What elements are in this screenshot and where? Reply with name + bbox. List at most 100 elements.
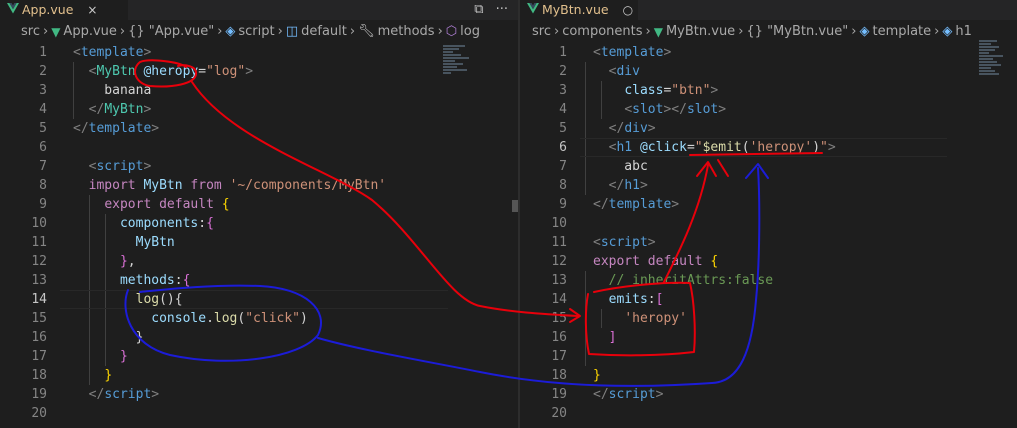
code-line[interactable]: 13 // inheritAttrs:false bbox=[520, 271, 1017, 290]
code-token: " bbox=[694, 140, 703, 155]
code-token: > bbox=[655, 387, 664, 402]
code-line[interactable]: 14 emits:[ bbox=[520, 290, 1017, 309]
chevron-right-icon: › bbox=[553, 24, 560, 39]
code-token: < bbox=[624, 102, 633, 117]
breadcrumb-default[interactable]: ◫ default bbox=[286, 21, 347, 43]
chevron-right-icon: › bbox=[645, 24, 651, 39]
code-line[interactable]: 5 </div> bbox=[520, 119, 1017, 138]
breadcrumb-src[interactable]: src bbox=[532, 21, 551, 43]
indent-guide bbox=[89, 214, 90, 233]
breadcrumb-h1[interactable]: ◈ h1 bbox=[942, 21, 972, 43]
line-number: 7 bbox=[559, 159, 567, 174]
code-line[interactable]: 4 <slot></slot> bbox=[520, 100, 1017, 119]
code-token: > bbox=[827, 140, 836, 155]
code-line[interactable]: 18} bbox=[520, 366, 1017, 385]
breadcrumb-file[interactable]: ▼ MyBtn.vue bbox=[654, 21, 735, 43]
indent-guide bbox=[585, 309, 586, 328]
breadcrumb-file[interactable]: ▼ App.vue bbox=[51, 21, 117, 43]
unsaved-dot-icon[interactable]: ○ bbox=[623, 3, 633, 17]
code-line[interactable]: 12 }, bbox=[0, 252, 518, 271]
chevron-right-icon: › bbox=[437, 24, 443, 39]
code-line[interactable]: 3 class="btn"> bbox=[520, 81, 1017, 100]
code-token: MyBtn bbox=[135, 235, 175, 250]
code-line[interactable]: 5 </template> bbox=[0, 119, 518, 138]
code-line[interactable]: 4 </MyBtn> bbox=[0, 100, 518, 119]
code-token: = bbox=[686, 140, 695, 155]
code-line[interactable]: 8 </h1> bbox=[520, 176, 1017, 195]
code-token: class bbox=[624, 83, 664, 98]
line-number: 13 bbox=[31, 273, 47, 288]
code-line[interactable]: 11 <script> bbox=[520, 233, 1017, 252]
code-line[interactable]: 10 components:{ bbox=[0, 214, 518, 233]
code-line[interactable]: 17 bbox=[520, 347, 1017, 366]
minimap[interactable] bbox=[443, 45, 473, 105]
code-line[interactable]: 9 </template> bbox=[520, 195, 1017, 214]
line-number: 5 bbox=[559, 121, 567, 136]
code-line[interactable]: 2 <div bbox=[520, 62, 1017, 81]
code-line[interactable]: 1 <template> bbox=[0, 43, 518, 62]
split-editor-icon[interactable]: ⧉ bbox=[474, 2, 483, 17]
code-line[interactable]: 14 log(){ bbox=[0, 290, 518, 309]
code-editor[interactable]: 1 <template> 2 <div 3 class="btn"> 4 <slot><… bbox=[520, 43, 1017, 423]
more-actions-icon[interactable]: ··· bbox=[496, 2, 508, 17]
code-token: import bbox=[88, 178, 136, 193]
code-line[interactable]: 13 methods:{ bbox=[0, 271, 518, 290]
code-token: "btn" bbox=[671, 83, 711, 98]
code-token: </ bbox=[73, 121, 89, 136]
code-line[interactable]: 11 MyBtn bbox=[0, 233, 518, 252]
code-editor[interactable]: 1 <template> 2 <MyBtn @heropy="log"> 3 bana… bbox=[0, 43, 518, 423]
indent-guide bbox=[585, 347, 586, 366]
breadcrumb-template[interactable]: ◈ template bbox=[859, 21, 931, 43]
code-line[interactable]: 3 banana bbox=[0, 81, 518, 100]
line-number: 7 bbox=[39, 159, 47, 174]
tab-mybtn-vue[interactable]: MyBtn.vue ○ bbox=[520, 0, 638, 20]
code-line[interactable]: 6 bbox=[0, 138, 518, 157]
indent-guide bbox=[585, 157, 586, 176]
code-line[interactable]: 9 export default { bbox=[0, 195, 518, 214]
code-line[interactable]: 6 <h1 @click="$emit('heropy')"> bbox=[520, 138, 1017, 157]
code-line[interactable]: 20 bbox=[0, 404, 518, 423]
breadcrumb-module[interactable]: {} "App.vue" bbox=[128, 21, 214, 43]
code-text: export default { bbox=[593, 252, 718, 271]
code-line[interactable]: 17 } bbox=[0, 347, 518, 366]
code-line[interactable]: 20 bbox=[520, 404, 1017, 423]
line-number: 5 bbox=[39, 121, 47, 136]
code-line[interactable]: 2 <MyBtn @heropy="log"> bbox=[0, 62, 518, 81]
line-number: 6 bbox=[559, 140, 567, 155]
code-text: <slot></slot> bbox=[593, 100, 726, 119]
indent-guide bbox=[89, 195, 90, 214]
code-line[interactable]: 16 ] bbox=[520, 328, 1017, 347]
code-line[interactable]: 15 'heropy' bbox=[520, 309, 1017, 328]
code-line[interactable]: 7 <script> bbox=[0, 157, 518, 176]
tab-app-vue[interactable]: App.vue × bbox=[0, 0, 128, 20]
code-token: ] bbox=[608, 330, 617, 345]
breadcrumb-script[interactable]: ◈ script bbox=[225, 21, 274, 43]
code-line[interactable]: 7 abc bbox=[520, 157, 1017, 176]
code-token: </ bbox=[608, 121, 625, 136]
code-token: @heropy bbox=[143, 64, 199, 79]
breadcrumb-src[interactable]: src bbox=[21, 21, 40, 43]
code-line[interactable]: 19 </script> bbox=[0, 385, 518, 404]
code-token: } bbox=[119, 349, 128, 364]
breadcrumb-module[interactable]: {} "MyBtn.vue" bbox=[746, 21, 848, 43]
code-token: > bbox=[151, 387, 160, 402]
close-tab-icon[interactable]: × bbox=[87, 3, 97, 17]
code-line[interactable]: 10 bbox=[520, 214, 1017, 233]
code-line[interactable]: 8 import MyBtn from '~/components/MyBtn' bbox=[0, 176, 518, 195]
breadcrumb-components[interactable]: components bbox=[562, 21, 642, 43]
minimap[interactable] bbox=[979, 40, 1009, 100]
code-line[interactable]: 18 } bbox=[0, 366, 518, 385]
code-line[interactable]: 12 export default { bbox=[520, 252, 1017, 271]
breadcrumb-log[interactable]: ⬡ log bbox=[446, 21, 480, 43]
indent-guide bbox=[89, 328, 90, 347]
code-token: abc bbox=[593, 159, 648, 174]
code-token: '~/components/MyBtn' bbox=[229, 178, 387, 193]
code-line[interactable]: 19 </script> bbox=[520, 385, 1017, 404]
code-line[interactable]: 16 } bbox=[0, 328, 518, 347]
code-line[interactable]: 1 <template> bbox=[520, 43, 1017, 62]
code-line[interactable]: 15 console.log("click") bbox=[0, 309, 518, 328]
breadcrumb-methods[interactable]: 🔧︎ methods bbox=[358, 21, 435, 43]
